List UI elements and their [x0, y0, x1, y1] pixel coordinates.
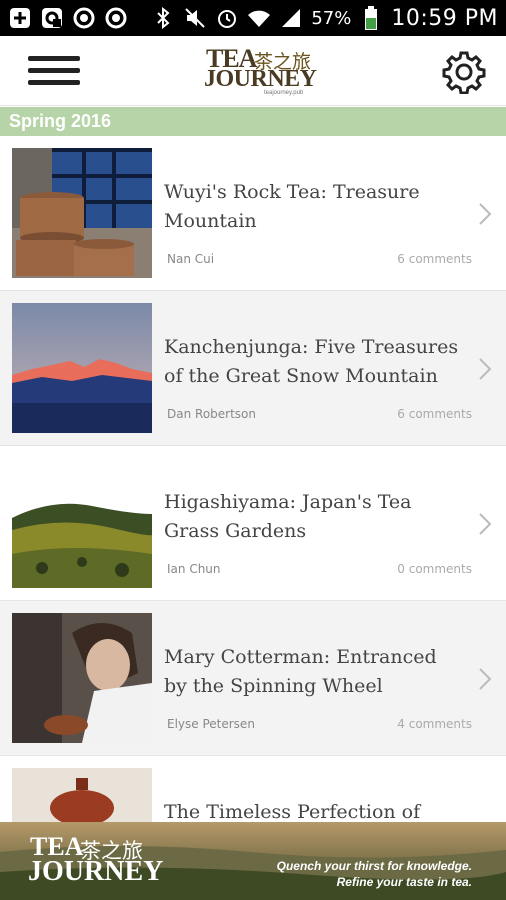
hamburger-line [28, 68, 80, 73]
banner-logo-journey: JOURNEY [28, 856, 164, 887]
article-item[interactable]: Wuyi's Rock Tea: Treasure Mountain Nan C… [0, 136, 506, 291]
logo-url: teajourney.pub [264, 90, 304, 96]
bluetooth-icon [151, 6, 175, 30]
logo-journey: JOURNEY [204, 66, 317, 92]
article-list: Wuyi's Rock Tea: Treasure Mountain Nan C… [0, 136, 506, 900]
article-author: Dan Robertson [167, 407, 256, 421]
article-author: Ian Chun [167, 562, 221, 576]
mute-icon [183, 6, 207, 30]
chevron-right-icon[interactable] [478, 202, 492, 226]
battery-percent: 57% [311, 7, 352, 29]
banner-ad[interactable]: TEA 茶之旅 JOURNEY Quench your thirst for k… [0, 822, 506, 900]
chevron-right-icon[interactable] [478, 357, 492, 381]
gear-icon [442, 51, 486, 95]
plus-box-icon [8, 6, 32, 30]
article-title: Wuyi's Rock Tea: Treasure Mountain [164, 181, 420, 232]
app-logo: TEA 茶之旅 JOURNEY teajourney.pub [204, 44, 317, 98]
article-item[interactable]: Higashiyama: Japan's Tea Grass Gardens I… [0, 446, 506, 601]
settings-button[interactable] [442, 50, 486, 95]
comment-count: 0 comments [397, 562, 472, 576]
article-item[interactable]: Kanchenjunga: Five Treasures of the Grea… [0, 291, 506, 446]
app-bar: TEA 茶之旅 JOURNEY teajourney.pub [0, 36, 506, 106]
comment-count: 6 comments [397, 407, 472, 421]
chevron-right-icon[interactable] [478, 667, 492, 691]
status-bar: 57% 10:59 PM [0, 0, 506, 36]
article-author: Nan Cui [167, 252, 215, 266]
hamburger-line [28, 80, 80, 85]
banner-tagline: Quench your thirst for knowledge. [276, 859, 472, 873]
target-icon [72, 6, 96, 30]
article-item[interactable]: Mary Cotterman: Entranced by the Spinnin… [0, 601, 506, 756]
clock: 10:59 PM [391, 5, 498, 31]
article-author: Elyse Petersen [167, 717, 255, 731]
hamburger-line [28, 56, 80, 61]
article-thumbnail [12, 613, 152, 743]
signal-icon [279, 6, 303, 30]
banner-tagline: Refine your taste in tea. [336, 875, 472, 889]
wifi-icon [247, 6, 271, 30]
screen-icon [40, 6, 64, 30]
menu-button[interactable] [28, 56, 80, 88]
article-thumbnail [12, 148, 152, 278]
article-thumbnail [12, 458, 152, 588]
target-icon [104, 6, 128, 30]
article-title: Kanchenjunga: Five Treasures of the Grea… [164, 336, 459, 387]
article-title: Mary Cotterman: Entranced by the Spinnin… [164, 646, 437, 697]
section-header: Spring 2016 [0, 107, 506, 136]
article-thumbnail [12, 303, 152, 433]
comment-count: 4 comments [397, 717, 472, 731]
battery-icon [359, 6, 383, 30]
article-title: Higashiyama: Japan's Tea Grass Gardens [164, 491, 412, 542]
alarm-icon [215, 6, 239, 30]
comment-count: 6 comments [397, 252, 472, 266]
chevron-right-icon[interactable] [478, 512, 492, 536]
